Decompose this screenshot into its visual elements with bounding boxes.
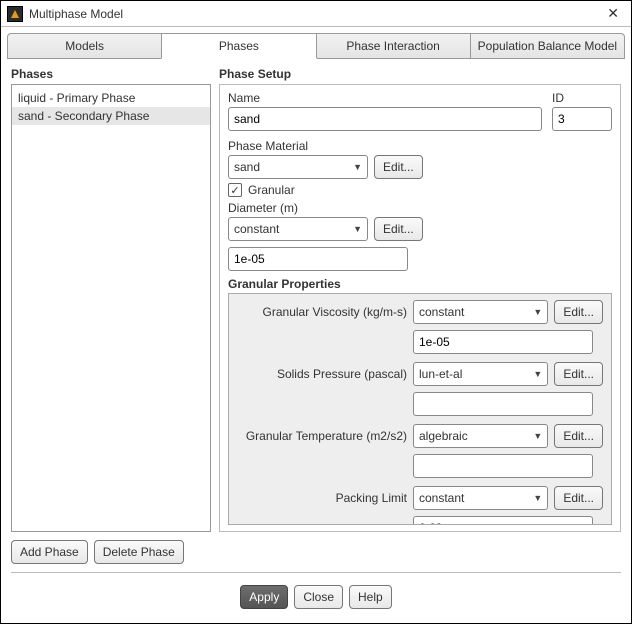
- solids-pressure-value[interactable]: [413, 392, 593, 416]
- delete-phase-button[interactable]: Delete Phase: [94, 540, 184, 564]
- prop-label: Solids Pressure (pascal): [237, 367, 407, 381]
- granular-properties-scroll[interactable]: Granular Viscosity (kg/m-s) constant ▼ E…: [229, 294, 611, 524]
- diameter-method-select[interactable]: constant ▼: [228, 217, 368, 241]
- id-field[interactable]: [552, 107, 612, 131]
- tab-models[interactable]: Models: [7, 33, 162, 59]
- packing-limit-value[interactable]: [413, 516, 593, 524]
- phases-header: Phases: [11, 67, 211, 81]
- list-item[interactable]: liquid - Primary Phase: [12, 89, 210, 107]
- phase-material-label: Phase Material: [228, 139, 612, 153]
- prop-label: Granular Temperature (m2/s2): [237, 429, 407, 443]
- granular-temperature-select[interactable]: algebraic ▼: [413, 424, 548, 448]
- granular-viscosity-select[interactable]: constant ▼: [413, 300, 548, 324]
- id-label: ID: [552, 91, 612, 105]
- chevron-down-icon: ▼: [533, 431, 542, 441]
- edit-granular-viscosity-button[interactable]: Edit...: [554, 300, 603, 324]
- window-title: Multiphase Model: [29, 7, 123, 21]
- diameter-label: Diameter (m): [228, 201, 612, 215]
- granular-checkbox[interactable]: ✓: [228, 183, 242, 197]
- granular-viscosity-value[interactable]: [413, 330, 593, 354]
- edit-granular-temperature-button[interactable]: Edit...: [554, 424, 603, 448]
- tab-phases[interactable]: Phases: [161, 33, 316, 59]
- prop-label: Packing Limit: [237, 491, 407, 505]
- phase-material-select[interactable]: sand ▼: [228, 155, 368, 179]
- edit-diameter-button[interactable]: Edit...: [374, 217, 423, 241]
- list-item[interactable]: sand - Secondary Phase: [12, 107, 210, 125]
- phase-setup-panel: Name ID Phase Material sand: [219, 84, 621, 532]
- tab-population-balance[interactable]: Population Balance Model: [470, 33, 625, 59]
- chevron-down-icon: ▼: [533, 493, 542, 503]
- chevron-down-icon: ▼: [533, 369, 542, 379]
- granular-temperature-value[interactable]: [413, 454, 593, 478]
- apply-button[interactable]: Apply: [240, 585, 288, 609]
- granular-properties-panel: Granular Viscosity (kg/m-s) constant ▼ E…: [228, 293, 612, 525]
- chevron-down-icon: ▼: [533, 307, 542, 317]
- app-icon: [7, 6, 23, 22]
- granular-properties-header: Granular Properties: [228, 277, 612, 291]
- diameter-value-field[interactable]: [228, 247, 408, 271]
- edit-packing-limit-button[interactable]: Edit...: [554, 486, 603, 510]
- packing-limit-select[interactable]: constant ▼: [413, 486, 548, 510]
- help-button[interactable]: Help: [349, 585, 392, 609]
- edit-material-button[interactable]: Edit...: [374, 155, 423, 179]
- close-button[interactable]: Close: [294, 585, 343, 609]
- diameter-method-value: constant: [234, 222, 279, 236]
- name-field[interactable]: [228, 107, 542, 131]
- edit-solids-pressure-button[interactable]: Edit...: [554, 362, 603, 386]
- name-label: Name: [228, 91, 542, 105]
- tab-bar: Models Phases Phase Interaction Populati…: [7, 33, 625, 59]
- close-icon[interactable]: ✕: [603, 5, 623, 22]
- divider: [11, 572, 621, 573]
- add-phase-button[interactable]: Add Phase: [11, 540, 88, 564]
- solids-pressure-select[interactable]: lun-et-al ▼: [413, 362, 548, 386]
- chevron-down-icon: ▼: [353, 162, 362, 172]
- tab-phase-interaction[interactable]: Phase Interaction: [316, 33, 471, 59]
- titlebar: Multiphase Model ✕: [1, 1, 631, 27]
- phase-material-value: sand: [234, 160, 260, 174]
- granular-label: Granular: [248, 183, 295, 197]
- phase-setup-header: Phase Setup: [219, 67, 621, 81]
- chevron-down-icon: ▼: [353, 224, 362, 234]
- prop-label: Granular Viscosity (kg/m-s): [237, 305, 407, 319]
- phases-list[interactable]: liquid - Primary Phase sand - Secondary …: [11, 84, 211, 532]
